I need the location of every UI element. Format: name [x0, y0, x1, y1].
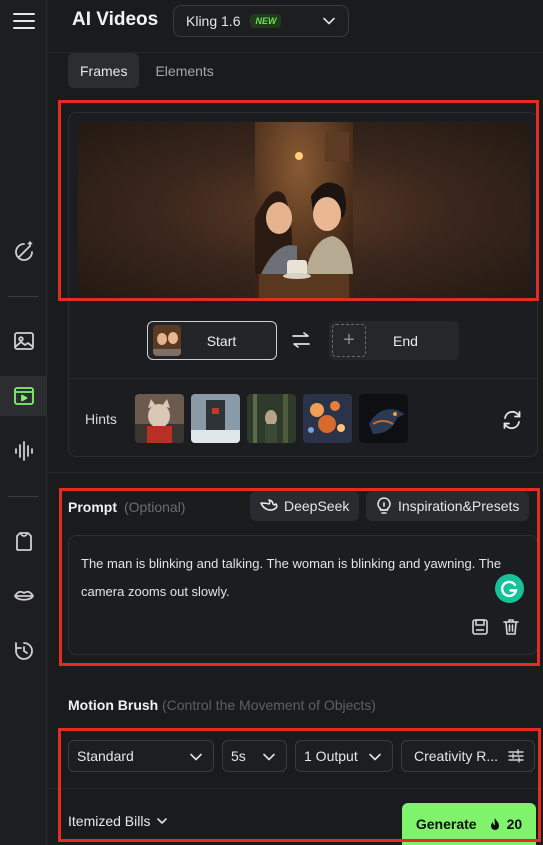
itemized-bills-label: Itemized Bills	[68, 813, 151, 829]
creativity-select[interactable]: Creativity R...	[401, 740, 535, 772]
main-panel: AI Videos Kling 1.6 NEW Frames Elements	[48, 0, 543, 845]
shirt-icon[interactable]	[0, 521, 47, 561]
image-icon[interactable]	[0, 321, 47, 361]
start-label: Start	[206, 332, 237, 349]
itemized-bills-toggle[interactable]: Itemized Bills	[68, 813, 168, 829]
menu-icon[interactable]	[0, 1, 47, 41]
hint-thumbnail[interactable]	[359, 394, 408, 443]
outputs-select[interactable]: 1 Output	[295, 740, 393, 772]
page-title: AI Videos	[72, 9, 159, 30]
flame-icon	[490, 818, 499, 830]
motion-brush-label[interactable]: Motion Brush	[68, 697, 158, 713]
section-divider	[48, 472, 543, 473]
preview-image	[255, 122, 353, 298]
tab-elements[interactable]: Elements	[143, 53, 225, 88]
duration-value: 5s	[231, 748, 246, 764]
tab-frames[interactable]: Frames	[68, 53, 140, 88]
prompt-label: Prompt	[68, 499, 117, 515]
start-end-row: Start + End	[147, 321, 462, 361]
sidebar-divider	[8, 296, 38, 297]
history-icon[interactable]	[0, 631, 47, 671]
generate-label: Generate	[415, 816, 477, 832]
prompt-text[interactable]: The man is blinking and talking. The wom…	[81, 550, 529, 606]
swap-icon[interactable]	[291, 331, 311, 349]
end-frame-button[interactable]: + End	[329, 321, 459, 360]
mode-select[interactable]: Standard	[68, 740, 214, 772]
start-frame-thumbnail	[153, 325, 181, 356]
prompt-textarea[interactable]: The man is blinking and talking. The wom…	[68, 535, 538, 655]
chevron-down-icon	[157, 818, 168, 824]
mode-value: Standard	[77, 748, 134, 764]
hint-thumbnail[interactable]	[247, 394, 296, 443]
hint-thumbnail[interactable]	[135, 394, 184, 443]
left-sidebar	[0, 0, 47, 845]
lightbulb-icon	[377, 497, 391, 514]
chevron-down-icon	[369, 753, 381, 761]
sidebar-divider	[8, 496, 38, 497]
hint-thumbnail[interactable]	[303, 394, 352, 443]
sliders-icon	[508, 749, 524, 763]
model-name: Kling 1.6	[186, 13, 241, 29]
creativity-value: Creativity R...	[414, 748, 499, 764]
new-badge: NEW	[250, 14, 282, 28]
frames-card: Start + End Hints	[68, 112, 538, 457]
tab-bar: Frames Elements	[68, 53, 226, 88]
start-frame-button[interactable]: Start	[147, 321, 277, 360]
hint-thumbnail[interactable]	[191, 394, 240, 443]
audio-wave-icon[interactable]	[0, 431, 47, 471]
chevron-down-icon	[323, 17, 335, 25]
card-divider	[69, 378, 537, 379]
lips-icon[interactable]	[0, 576, 47, 616]
footer-divider	[48, 788, 543, 789]
generate-button[interactable]: Generate 20	[402, 803, 536, 845]
hints-label: Hints	[85, 411, 117, 427]
end-label: End	[393, 332, 418, 349]
prompt-optional-label: (Optional)	[124, 499, 186, 515]
frame-preview	[78, 122, 530, 298]
video-icon[interactable]	[0, 376, 47, 416]
credits-count: 20	[506, 816, 523, 832]
model-selector[interactable]: Kling 1.6 NEW	[173, 5, 349, 37]
deepseek-icon	[260, 499, 278, 511]
refresh-icon[interactable]	[501, 409, 523, 431]
grammarly-icon[interactable]	[495, 574, 524, 603]
motion-brush-subtitle: (Control the Movement of Objects)	[162, 697, 376, 713]
trash-icon[interactable]	[502, 618, 520, 636]
chevron-down-icon	[190, 753, 202, 761]
inspiration-presets-label: Inspiration&Presets	[398, 498, 520, 514]
add-end-frame-icon[interactable]: +	[332, 324, 366, 357]
save-icon[interactable]	[471, 618, 489, 636]
deepseek-label: DeepSeek	[284, 498, 350, 514]
magic-wand-icon[interactable]	[0, 232, 47, 272]
outputs-value: 1 Output	[304, 748, 358, 764]
inspiration-presets-button[interactable]: Inspiration&Presets	[366, 491, 530, 521]
chevron-down-icon	[263, 753, 275, 761]
duration-select[interactable]: 5s	[222, 740, 287, 772]
deepseek-button[interactable]: DeepSeek	[250, 491, 360, 521]
